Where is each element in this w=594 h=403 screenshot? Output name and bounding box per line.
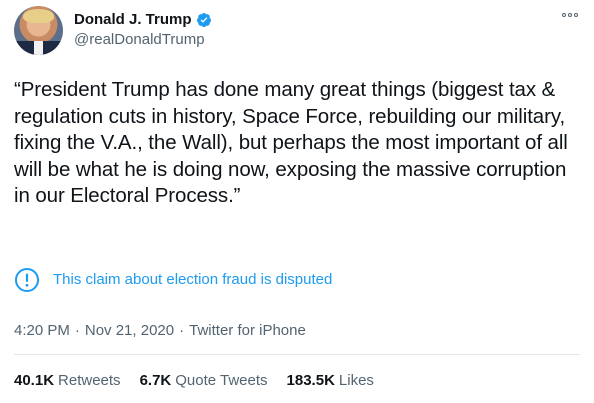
tweet-text: “President Trump has done many great thi… <box>14 78 568 207</box>
tweet-source[interactable]: Twitter for iPhone <box>189 322 306 340</box>
disputed-claim-notice[interactable]: This claim about election fraud is dispu… <box>14 267 332 293</box>
quote-tweets-count: 6.7K <box>139 372 172 389</box>
retweets-count: 40.1K <box>14 372 55 389</box>
exclamation-circle-icon <box>15 268 39 292</box>
likes-count: 183.5K <box>286 372 335 389</box>
notice-text[interactable]: This claim about election fraud is dispu… <box>53 271 332 289</box>
author-name-text: Donald J. Trump <box>74 11 192 28</box>
retweets-stat[interactable]: 40.1K Retweets <box>14 372 121 390</box>
meta-separator: · <box>179 322 185 339</box>
verified-badge-icon <box>196 13 211 27</box>
avatar[interactable] <box>14 6 63 55</box>
meta-separator: · <box>74 322 80 339</box>
tweet-meta: 4:20 PM · Nov 21, 2020 · Twitter for iPh… <box>14 322 306 340</box>
tweet-card: Donald J. Trump @realDonaldTrump “Presid… <box>0 0 594 403</box>
retweets-label: Retweets <box>58 372 121 389</box>
likes-stat[interactable]: 183.5K Likes <box>287 372 374 390</box>
tweet-time[interactable]: 4:20 PM <box>14 322 70 340</box>
tweet-stats: 40.1K Retweets 6.7K Quote Tweets 183.5K Lik… <box>14 372 393 390</box>
tweet-date[interactable]: Nov 21, 2020 <box>85 322 174 340</box>
more-dot <box>574 13 578 17</box>
avatar-hair <box>23 9 54 23</box>
more-dot <box>562 13 566 17</box>
author-handle[interactable]: @realDonaldTrump <box>74 31 205 49</box>
author-name[interactable]: Donald J. Trump <box>74 11 212 29</box>
quote-tweets-label: Quote Tweets <box>175 372 268 389</box>
avatar-shirt <box>34 41 43 55</box>
more-dot <box>568 13 572 17</box>
quote-tweets-stat[interactable]: 6.7K Quote Tweets <box>140 372 268 390</box>
more-options-icon[interactable] <box>562 10 580 20</box>
likes-label: Likes <box>338 372 374 389</box>
divider <box>14 354 580 355</box>
